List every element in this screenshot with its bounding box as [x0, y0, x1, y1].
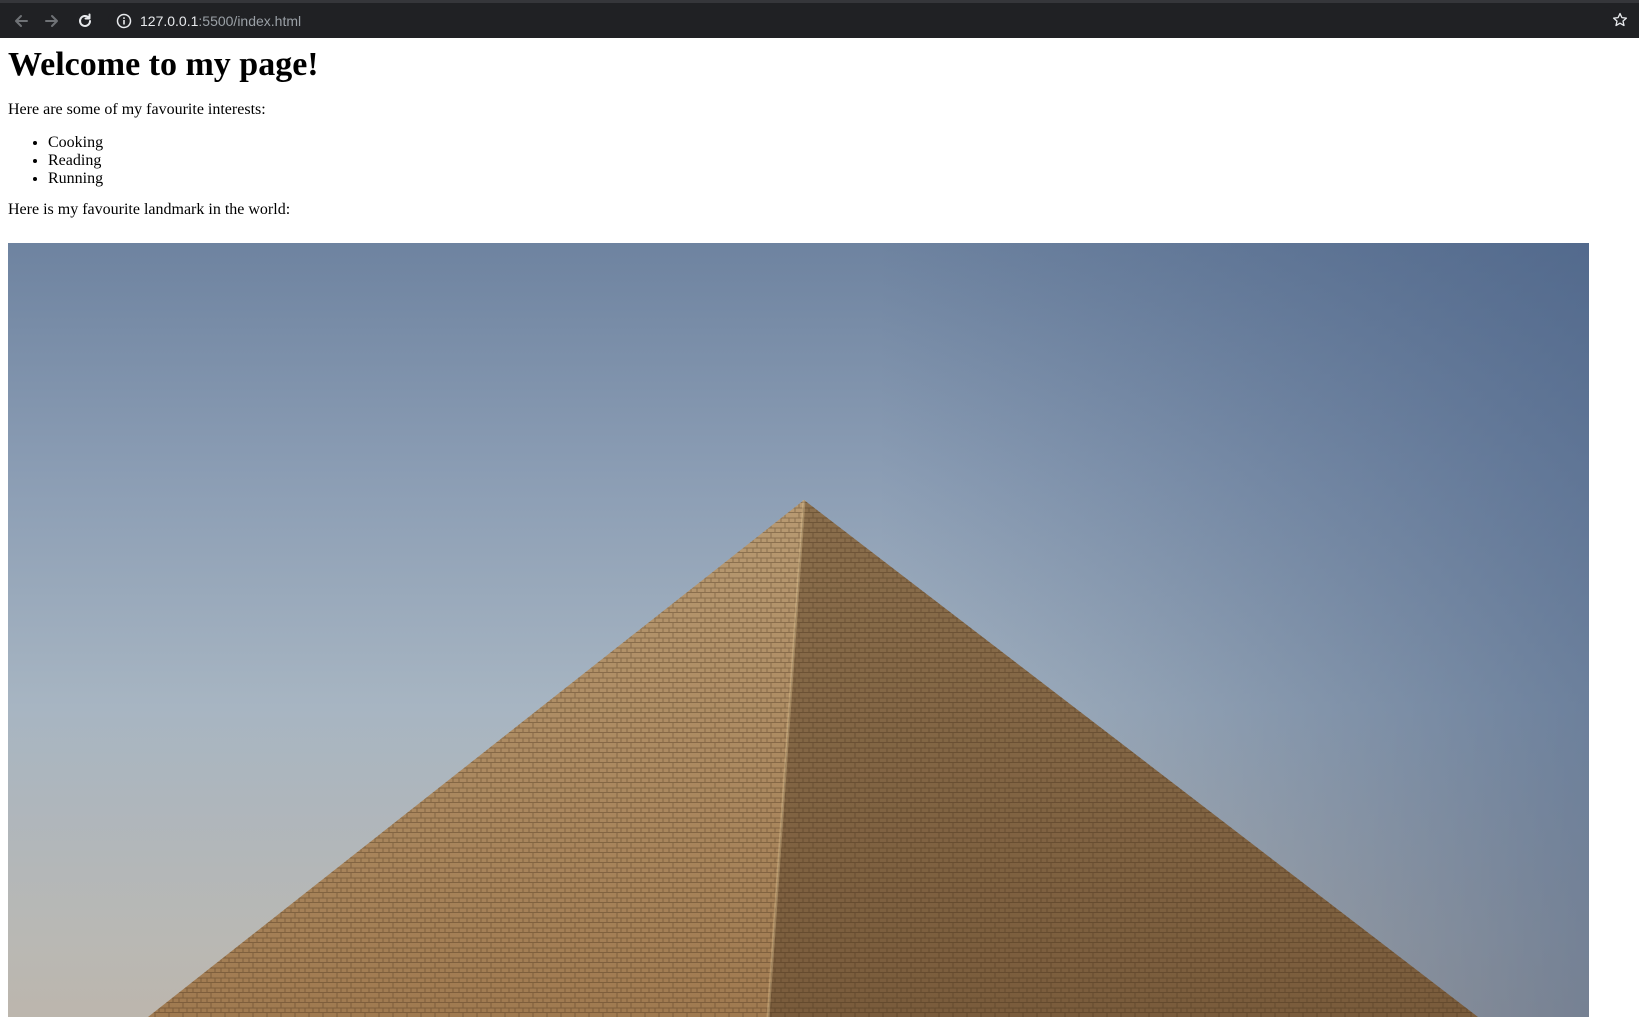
forward-icon	[45, 15, 58, 27]
reload-icon	[79, 13, 91, 27]
info-icon[interactable]	[116, 13, 132, 29]
list-item: Cooking	[48, 134, 103, 152]
page-heading: Welcome to my page!	[8, 46, 319, 83]
bookmark-button[interactable]	[1609, 9, 1631, 31]
interests-list: Cooking Reading Running	[8, 134, 103, 188]
url-host: 127.0.0.1	[140, 13, 199, 29]
address-bar[interactable]: 127.0.0.1:5500/index.html	[108, 7, 1618, 35]
reload-button[interactable]	[72, 8, 98, 34]
url-path: :5500/index.html	[198, 13, 302, 29]
list-item: Reading	[48, 152, 103, 170]
pyramid-illustration	[148, 499, 1478, 1017]
pyramid-image	[8, 243, 1589, 1017]
landmark-intro: Here is my favourite landmark in the wor…	[8, 201, 291, 218]
list-item: Running	[48, 170, 103, 188]
browser-toolbar: 127.0.0.1:5500/index.html	[0, 0, 1639, 38]
back-icon	[15, 15, 28, 27]
interests-intro: Here are some of my favourite interests:	[8, 101, 266, 118]
star-icon	[1612, 12, 1628, 27]
page-content: Welcome to my page! Here are some of my …	[0, 38, 1639, 1017]
forward-button[interactable]	[39, 8, 65, 34]
back-button[interactable]	[8, 8, 34, 34]
